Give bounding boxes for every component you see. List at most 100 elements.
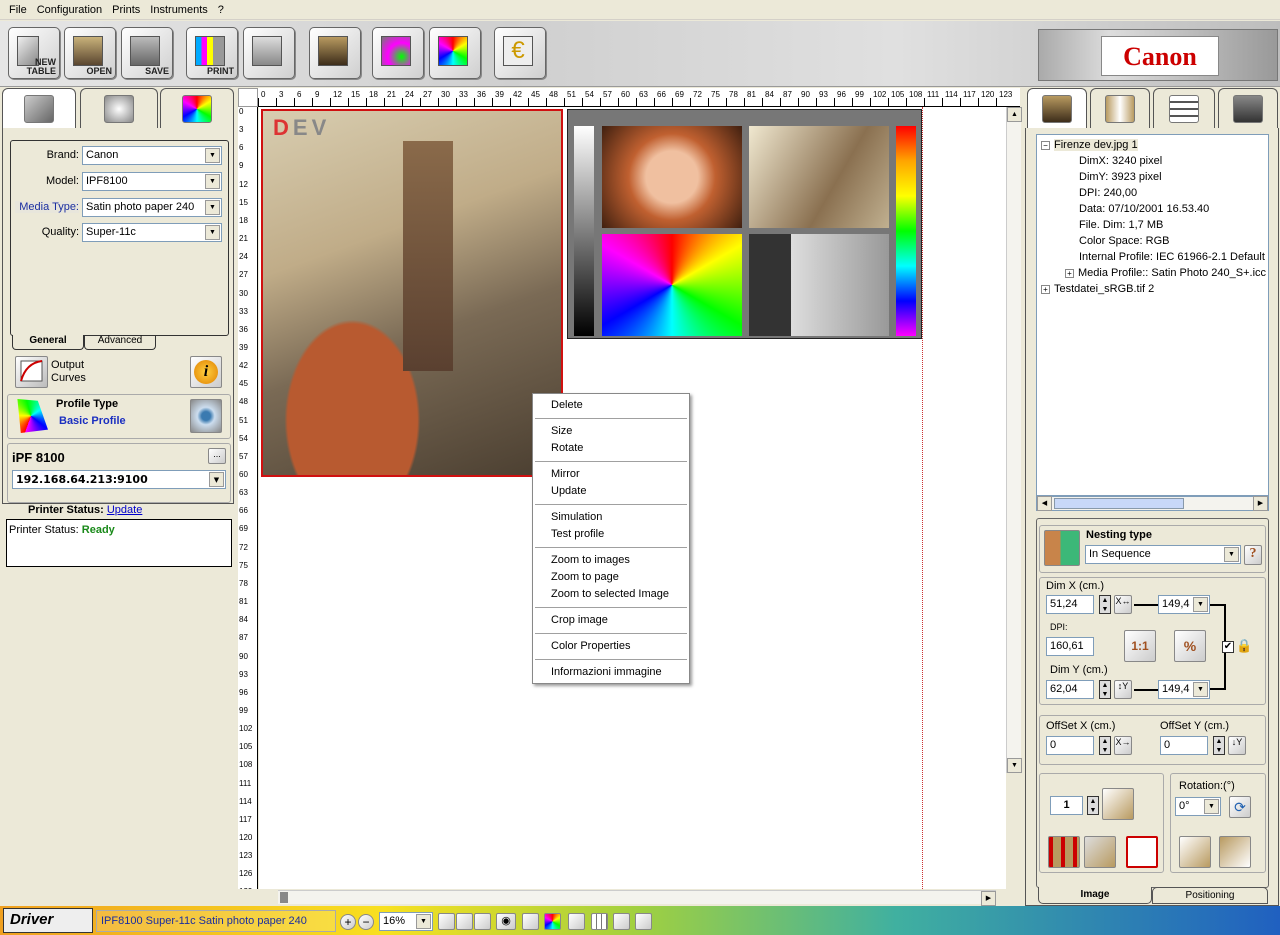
cost-button[interactable]: € bbox=[494, 27, 546, 79]
calibration-button[interactable] bbox=[429, 27, 481, 79]
update-link[interactable]: Update bbox=[107, 504, 142, 516]
tab-images[interactable] bbox=[1027, 88, 1087, 128]
copies-spinner[interactable]: ▲ ▼ bbox=[1087, 796, 1099, 815]
print-button[interactable]: PRINT bbox=[186, 27, 238, 79]
color-icon[interactable] bbox=[544, 913, 561, 930]
offset-y-icon[interactable]: ↓Y bbox=[1228, 736, 1246, 755]
rotate-button[interactable]: ⟳ bbox=[1229, 796, 1251, 818]
context-menu-item[interactable]: Zoom to images bbox=[533, 552, 689, 569]
scroll-thumb[interactable] bbox=[1054, 498, 1184, 509]
menu-instruments[interactable]: Instruments bbox=[145, 4, 212, 16]
dimy-max-select[interactable]: 149,4 ▼ bbox=[1158, 680, 1210, 699]
tree-property[interactable]: DPI: 240,00 bbox=[1079, 187, 1137, 199]
scroll-down-icon[interactable]: ▼ bbox=[1007, 758, 1022, 773]
tree-hscrollbar[interactable]: ◀ ▶ bbox=[1036, 496, 1269, 511]
add-copy-button[interactable] bbox=[1102, 788, 1134, 820]
nesting-icon[interactable] bbox=[1044, 530, 1080, 566]
dimy-input[interactable]: 62,04 bbox=[1046, 680, 1094, 699]
zoom-out-icon[interactable]: − bbox=[358, 914, 374, 930]
tree-property[interactable]: Internal Profile: IEC 61966-2.1 Default … bbox=[1079, 251, 1268, 263]
vertical-scrollbar[interactable]: ▲ ▼ bbox=[1006, 107, 1022, 773]
tab-printer-settings[interactable] bbox=[2, 88, 76, 128]
rotation-select[interactable]: 0° ▼ bbox=[1175, 797, 1221, 816]
quality-select[interactable]: Super-11c ▼ bbox=[82, 223, 222, 242]
context-menu-item[interactable]: Rotate bbox=[533, 440, 689, 457]
context-menu-item[interactable]: Test profile bbox=[533, 526, 689, 543]
context-menu-item[interactable]: Zoom to page bbox=[533, 569, 689, 586]
copies-input[interactable]: 1 bbox=[1050, 796, 1083, 815]
margins-icon[interactable] bbox=[568, 913, 585, 930]
grid-icon[interactable] bbox=[591, 913, 608, 930]
menu-prints[interactable]: Prints bbox=[107, 4, 145, 16]
info-button[interactable]: i bbox=[190, 356, 222, 388]
color-settings-button[interactable] bbox=[372, 27, 424, 79]
context-menu-item[interactable]: Size bbox=[533, 423, 689, 440]
images-button[interactable] bbox=[309, 27, 361, 79]
scroll-up-icon[interactable]: ▲ bbox=[1007, 107, 1022, 122]
offset-x-input[interactable]: 0 bbox=[1046, 736, 1094, 755]
fit-icon[interactable] bbox=[522, 913, 539, 930]
tab-layout[interactable] bbox=[1090, 88, 1150, 128]
zoom-page-icon[interactable] bbox=[456, 913, 473, 930]
dpi-input[interactable]: 160,61 bbox=[1046, 637, 1094, 656]
scroll-right-icon[interactable]: ▶ bbox=[981, 891, 996, 906]
dimy-spinner[interactable]: ▲ ▼ bbox=[1099, 680, 1111, 699]
lock-aspect-checkbox[interactable]: ✔ bbox=[1222, 641, 1234, 653]
image-firenze[interactable]: DEV bbox=[261, 109, 563, 477]
zoom-select[interactable]: 16% ▼ bbox=[379, 912, 433, 931]
context-menu-item[interactable]: Color Properties bbox=[533, 638, 689, 655]
nesting-type-select[interactable]: In Sequence ▼ bbox=[1085, 545, 1241, 564]
new-table-button[interactable]: NEW TABLE bbox=[8, 27, 60, 79]
output-curves-button[interactable] bbox=[15, 356, 48, 388]
dimx-spinner[interactable]: ▲ ▼ bbox=[1099, 595, 1111, 614]
image-tree[interactable]: − Firenze dev.jpg 1 DimX: 3240 pixel DimY:… bbox=[1036, 134, 1269, 496]
tab-advanced[interactable]: Advanced bbox=[84, 335, 156, 350]
image-testdatei[interactable] bbox=[567, 109, 922, 339]
menu-configuration[interactable]: Configuration bbox=[32, 4, 107, 16]
scroll-right-icon[interactable]: ▶ bbox=[1253, 496, 1268, 511]
media-type-label[interactable]: Media Type: bbox=[15, 201, 79, 213]
menu-help[interactable]: ? bbox=[213, 4, 229, 16]
print-to-file-button[interactable] bbox=[243, 27, 295, 79]
pages-icon[interactable] bbox=[613, 913, 630, 930]
tree-property[interactable]: Data: 07/10/2001 16.53.40 bbox=[1079, 203, 1209, 215]
tree-node-file2[interactable]: + Testdatei_sRGB.tif 2 bbox=[1041, 283, 1154, 295]
tab-jobs[interactable] bbox=[1218, 88, 1278, 128]
scroll-thumb[interactable] bbox=[280, 892, 288, 903]
crop-button[interactable] bbox=[1219, 836, 1251, 868]
context-menu-item[interactable]: Mirror bbox=[533, 466, 689, 483]
scale-percent-button[interactable]: % bbox=[1174, 630, 1206, 662]
help-button[interactable]: ? bbox=[1244, 545, 1262, 565]
tree-property[interactable]: Color Space: RGB bbox=[1079, 235, 1169, 247]
zoom-in-icon[interactable]: + bbox=[340, 914, 356, 930]
offset-x-icon[interactable]: X→ bbox=[1114, 736, 1132, 755]
offset-x-spinner[interactable]: ▲ ▼ bbox=[1099, 736, 1111, 755]
context-menu-item[interactable]: Delete bbox=[533, 397, 689, 414]
tab-positioning[interactable]: Positioning bbox=[1152, 887, 1268, 904]
tree-property[interactable]: DimX: 3240 pixel bbox=[1079, 155, 1162, 167]
expand-icon[interactable]: + bbox=[1065, 268, 1074, 278]
dimx-max-select[interactable]: 149,4 ▼ bbox=[1158, 595, 1210, 614]
media-type-select[interactable]: Satin photo paper 240 ▼ bbox=[82, 198, 222, 217]
fit-x-icon[interactable]: X↔ bbox=[1114, 595, 1132, 614]
zoom-selected-icon[interactable] bbox=[474, 913, 491, 930]
tab-general[interactable]: General bbox=[12, 335, 84, 350]
scroll-left-icon[interactable]: ◀ bbox=[1037, 496, 1052, 511]
collapse-icon[interactable]: − bbox=[1041, 140, 1050, 150]
actual-size-button[interactable]: 1:1 bbox=[1124, 630, 1156, 662]
horizontal-scrollbar[interactable]: ▶ bbox=[278, 890, 996, 906]
tree-property[interactable]: + Media Profile:: Satin Photo 240_S+.icc bbox=[1065, 267, 1266, 279]
expand-icon[interactable]: + bbox=[1041, 284, 1050, 294]
select-area-button[interactable] bbox=[1084, 836, 1116, 868]
snap-icon[interactable] bbox=[635, 913, 652, 930]
offset-y-spinner[interactable]: ▲ ▼ bbox=[1213, 736, 1225, 755]
preview-eye-button[interactable] bbox=[190, 399, 222, 433]
tab-queue[interactable] bbox=[1153, 88, 1215, 128]
brand-select[interactable]: Canon ▼ bbox=[82, 146, 222, 165]
menu-file[interactable]: File bbox=[4, 4, 32, 16]
delete-image-button[interactable] bbox=[1126, 836, 1158, 868]
offset-y-input[interactable]: 0 bbox=[1160, 736, 1208, 755]
zoom-images-icon[interactable] bbox=[438, 913, 455, 930]
tree-property[interactable]: DimY: 3923 pixel bbox=[1079, 171, 1162, 183]
address-select[interactable]: 192.168.64.213:9100 ▼ bbox=[12, 470, 226, 489]
